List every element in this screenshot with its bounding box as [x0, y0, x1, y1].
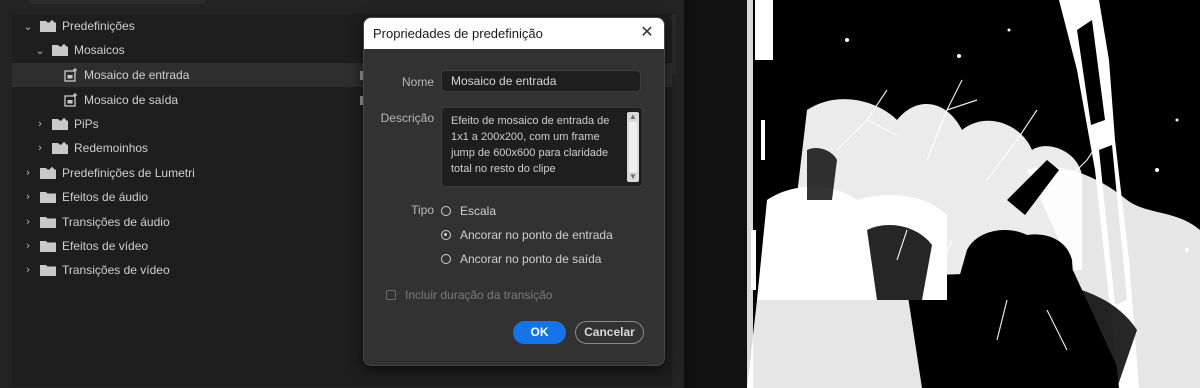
include-duration-option[interactable]: Incluir duração da transição — [386, 288, 552, 302]
type-option-ancorar-entrada[interactable]: Ancorar no ponto de entrada — [441, 226, 613, 244]
tree-item-label: Efeitos de áudio — [62, 190, 149, 204]
type-option-ancorar-saida[interactable]: Ancorar no ponto de saída — [441, 250, 601, 268]
folder-icon — [40, 240, 56, 252]
radio-button[interactable] — [441, 254, 451, 264]
preset-properties-dialog: Propriedades de predefinição ✕ Nome Mosa… — [363, 17, 665, 366]
close-icon[interactable]: ✕ — [638, 24, 656, 42]
dialog-title: Propriedades de predefinição — [373, 26, 543, 41]
name-field[interactable]: Mosaico de entrada — [441, 70, 641, 92]
special-folder-icon — [40, 20, 56, 32]
type-label: Tipo — [411, 203, 434, 217]
special-folder-icon — [52, 118, 68, 130]
type-option-label: Escala — [460, 204, 497, 218]
chevron-right-icon[interactable]: › — [22, 167, 34, 179]
chevron-right-icon[interactable]: › — [22, 240, 34, 252]
search-field-edge[interactable] — [28, 0, 206, 4]
description-scrollbar[interactable]: ▲ ▼ — [627, 112, 639, 182]
program-monitor-margin — [689, 0, 747, 388]
chevron-right-icon[interactable]: › — [34, 142, 46, 154]
tree-item-label: Predefinições — [62, 19, 135, 33]
type-option-label: Ancorar no ponto de entrada — [460, 228, 613, 242]
program-monitor-frame — [747, 0, 1200, 388]
include-duration-label: Incluir duração da transição — [405, 288, 553, 302]
radio-button-selected[interactable] — [441, 230, 451, 240]
tree-item-label: PiPs — [74, 117, 99, 131]
tree-item-label: Mosaicos — [74, 43, 125, 57]
chevron-down-icon[interactable]: ⌄ — [22, 20, 34, 33]
tree-item-label: Mosaico de saída — [84, 93, 179, 107]
tree-item-label: Transições de áudio — [62, 215, 170, 229]
scrollbar[interactable] — [672, 14, 676, 74]
scroll-up-icon[interactable]: ▲ — [627, 112, 639, 122]
description-text: Efeito de mosaico de entrada de 1x1 a 20… — [451, 115, 610, 175]
video-frame-image — [747, 0, 1200, 388]
chevron-right-icon[interactable]: › — [22, 264, 34, 276]
tree-item-label: Mosaico de entrada — [84, 68, 190, 82]
tree-item-label: Transições de vídeo — [62, 263, 170, 277]
description-label: Descrição — [380, 111, 434, 125]
tree-item-label: Predefinições de Lumetri — [62, 166, 195, 180]
type-option-label: Ancorar no ponto de saída — [460, 252, 602, 266]
scroll-track[interactable] — [629, 122, 637, 172]
folder-icon — [40, 191, 56, 203]
tree-item-label: Redemoinhos — [74, 141, 149, 155]
folder-icon — [40, 216, 56, 228]
tree-item-label: Efeitos de vídeo — [62, 239, 149, 253]
description-field[interactable]: Efeito de mosaico de entrada de 1x1 a 20… — [441, 107, 643, 187]
radio-button[interactable] — [441, 206, 451, 216]
folder-icon — [40, 264, 56, 276]
chevron-right-icon[interactable]: › — [34, 118, 46, 130]
type-option-escala[interactable]: Escala — [441, 202, 496, 220]
chevron-right-icon[interactable]: › — [22, 191, 34, 203]
cancel-button[interactable]: Cancelar — [575, 321, 644, 344]
scroll-down-icon[interactable]: ▼ — [627, 172, 639, 182]
dialog-titlebar[interactable]: Propriedades de predefinição ✕ — [364, 18, 664, 49]
name-label: Nome — [401, 75, 434, 89]
special-folder-icon — [52, 44, 68, 56]
chevron-right-icon[interactable]: › — [22, 216, 34, 228]
include-duration-checkbox[interactable] — [386, 290, 396, 300]
special-folder-icon — [52, 142, 68, 154]
preset-icon — [64, 68, 78, 82]
chevron-down-icon[interactable]: ⌄ — [34, 44, 46, 57]
special-folder-icon — [40, 167, 56, 179]
ok-button[interactable]: OK — [513, 321, 566, 344]
preset-icon — [64, 93, 78, 107]
